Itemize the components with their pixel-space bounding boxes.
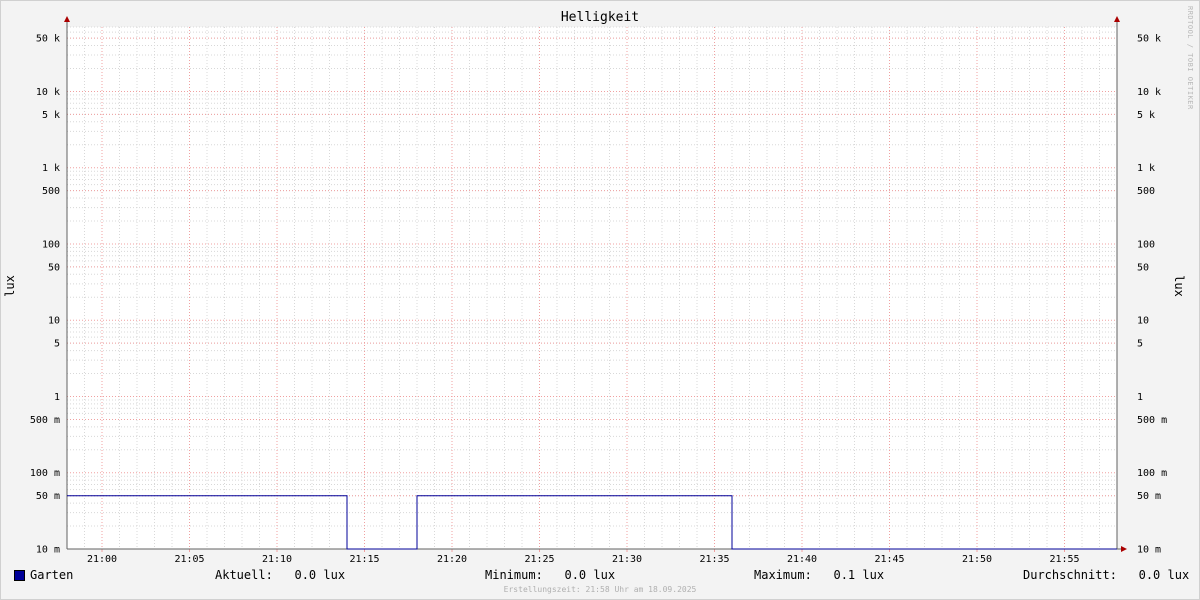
x-tick-label: 21:20: [437, 554, 467, 565]
y-tick-label-right: 10: [1137, 316, 1149, 327]
y-tick-label-left: 10: [48, 316, 60, 327]
y-tick-label-left: 500 m: [30, 415, 60, 426]
y-tick-label-right: 5: [1137, 339, 1143, 350]
legend-maximum: Maximum: 0.1 lux: [754, 568, 885, 582]
x-axis-arrow: [1121, 546, 1127, 552]
y-axis-arrow-left: [64, 16, 70, 22]
y-tick-label-right: 500 m: [1137, 415, 1167, 426]
y-tick-label-right: 1 k: [1137, 163, 1155, 174]
y-tick-label-left: 5 k: [42, 110, 60, 121]
y-tick-label-right: 100 m: [1137, 468, 1167, 479]
y-axis-arrow-right: [1114, 16, 1120, 22]
y-tick-label-right: 10 m: [1137, 545, 1161, 556]
y-tick-label-left: 100: [42, 239, 60, 250]
y-tick-label-left: 10 k: [36, 87, 60, 98]
x-tick-label: 21:10: [262, 554, 292, 565]
y-tick-label-left: 1: [54, 392, 60, 403]
x-tick-label: 21:55: [1049, 554, 1079, 565]
x-tick-label: 21:50: [962, 554, 992, 565]
y-tick-label-left: 5: [54, 339, 60, 350]
y-tick-label-right: 100: [1137, 239, 1155, 250]
x-tick-label: 21:05: [174, 554, 204, 565]
x-tick-label: 21:30: [612, 554, 642, 565]
y-tick-label-left: 100 m: [30, 468, 60, 479]
legend-series-name: Garten: [30, 568, 74, 582]
y-tick-label-right: 5 k: [1137, 110, 1155, 121]
x-tick-label: 21:40: [787, 554, 817, 565]
y-tick-label-right: 50 k: [1137, 34, 1161, 45]
footer-timestamp: Erstellungszeit: 21:58 Uhr am 18.09.2025: [503, 585, 697, 594]
legend-minimum: Minimum: 0.0 lux: [485, 568, 616, 582]
y-tick-label-right: 10 k: [1137, 87, 1161, 98]
y-tick-label-left: 1 k: [42, 163, 60, 174]
legend-current: Aktuell: 0.0 lux: [215, 568, 346, 582]
x-tick-label: 21:35: [699, 554, 729, 565]
y-tick-label-left: 50 m: [36, 491, 60, 502]
y-tick-label-right: 500: [1137, 186, 1155, 197]
x-tick-label: 21:25: [524, 554, 554, 565]
y-tick-label-right: 50 m: [1137, 491, 1161, 502]
y-tick-label-right: 1: [1137, 392, 1143, 403]
x-tick-label: 21:00: [87, 554, 117, 565]
legend-average: Durchschnitt: 0.0 lux: [1023, 568, 1190, 582]
x-tick-label: 21:15: [349, 554, 379, 565]
y-tick-label-left: 10 m: [36, 545, 60, 556]
y-tick-label-right: 50: [1137, 262, 1149, 273]
y-tick-label-left: 500: [42, 186, 60, 197]
x-tick-label: 21:45: [874, 554, 904, 565]
chart-canvas: 21:00 21:05 21:10 21:15 21:20 21:25 21:30 21:35…: [30, 16, 1167, 565]
y-tick-label-left: 50 k: [36, 34, 60, 45]
y-tick-label-left: 50: [48, 262, 60, 273]
legend-swatch-garten: [14, 570, 25, 581]
